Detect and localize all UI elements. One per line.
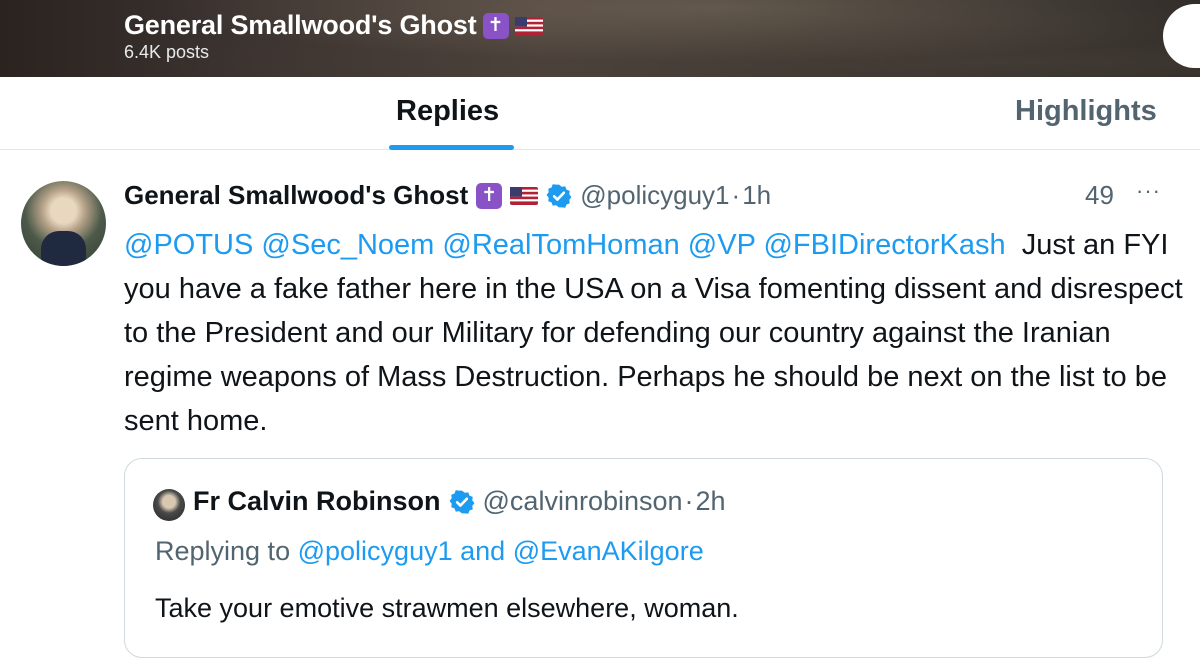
mention-link[interactable]: @FBIDirectorKash bbox=[763, 229, 1005, 261]
post-header: General Smallwood's Ghost ✝ @policyguy1 ·… bbox=[124, 180, 771, 211]
verified-badge-icon bbox=[449, 489, 474, 514]
post-count: 6.4K posts bbox=[124, 42, 210, 62]
separator-dot: · bbox=[731, 180, 741, 210]
quoted-timestamp[interactable]: 2h bbox=[696, 486, 726, 517]
post-author-name[interactable]: General Smallwood's Ghost bbox=[124, 180, 468, 211]
post-timestamp[interactable]: 1h bbox=[742, 180, 771, 211]
quoted-post-header: Fr Calvin Robinson @calvinrobinson · 2h bbox=[193, 486, 726, 517]
mention-link[interactable]: @Sec_Noem bbox=[261, 229, 434, 261]
tab-highlights[interactable]: Highlights bbox=[1015, 95, 1157, 128]
follow-button[interactable] bbox=[1163, 4, 1200, 68]
replying-prefix: Replying to bbox=[155, 536, 291, 566]
quoted-author-name[interactable]: Fr Calvin Robinson bbox=[193, 486, 441, 517]
mention-link[interactable]: @EvanAKilgore bbox=[513, 536, 704, 566]
profile-header: General Smallwood's Ghost ✝ 6.4K posts bbox=[0, 0, 1200, 77]
mention-link[interactable]: @VP bbox=[688, 229, 756, 261]
avatar[interactable] bbox=[21, 181, 106, 266]
quoted-post-card[interactable]: Fr Calvin Robinson @calvinrobinson · 2h Re… bbox=[124, 458, 1163, 658]
replying-to-line: Replying to @policyguy1 and @EvanAKilgor… bbox=[155, 536, 704, 567]
post-text: @POTUS @Sec_Noem @RealTomHoman @VP @FBID… bbox=[124, 223, 1184, 443]
active-tab-indicator bbox=[389, 145, 514, 150]
profile-title: General Smallwood's Ghost ✝ bbox=[124, 10, 543, 41]
quoted-author-handle[interactable]: @calvinrobinson bbox=[483, 486, 683, 517]
verified-badge-icon bbox=[546, 183, 572, 208]
profile-name: General Smallwood's Ghost bbox=[124, 10, 477, 40]
cross-icon: ✝ bbox=[476, 182, 503, 209]
view-count[interactable]: 49 bbox=[1085, 180, 1114, 211]
us-flag-icon bbox=[514, 16, 543, 35]
replying-and: and bbox=[460, 536, 506, 566]
cross-icon: ✝ bbox=[482, 12, 509, 39]
mention-link[interactable]: @RealTomHoman bbox=[442, 229, 679, 261]
us-flag-icon bbox=[510, 186, 539, 205]
quoted-post-text: Take your emotive strawmen elsewhere, wo… bbox=[155, 593, 739, 623]
tab-replies[interactable]: Replies bbox=[396, 95, 499, 128]
separator-dot: · bbox=[684, 486, 694, 516]
profile-tabs: Replies Highlights bbox=[0, 77, 1200, 150]
more-icon[interactable]: ··· bbox=[1136, 178, 1161, 204]
avatar[interactable] bbox=[153, 489, 185, 521]
mention-link[interactable]: @policyguy1 bbox=[298, 536, 453, 566]
mention-link[interactable]: @POTUS bbox=[124, 229, 253, 261]
post-author-handle[interactable]: @policyguy1 bbox=[580, 180, 729, 211]
